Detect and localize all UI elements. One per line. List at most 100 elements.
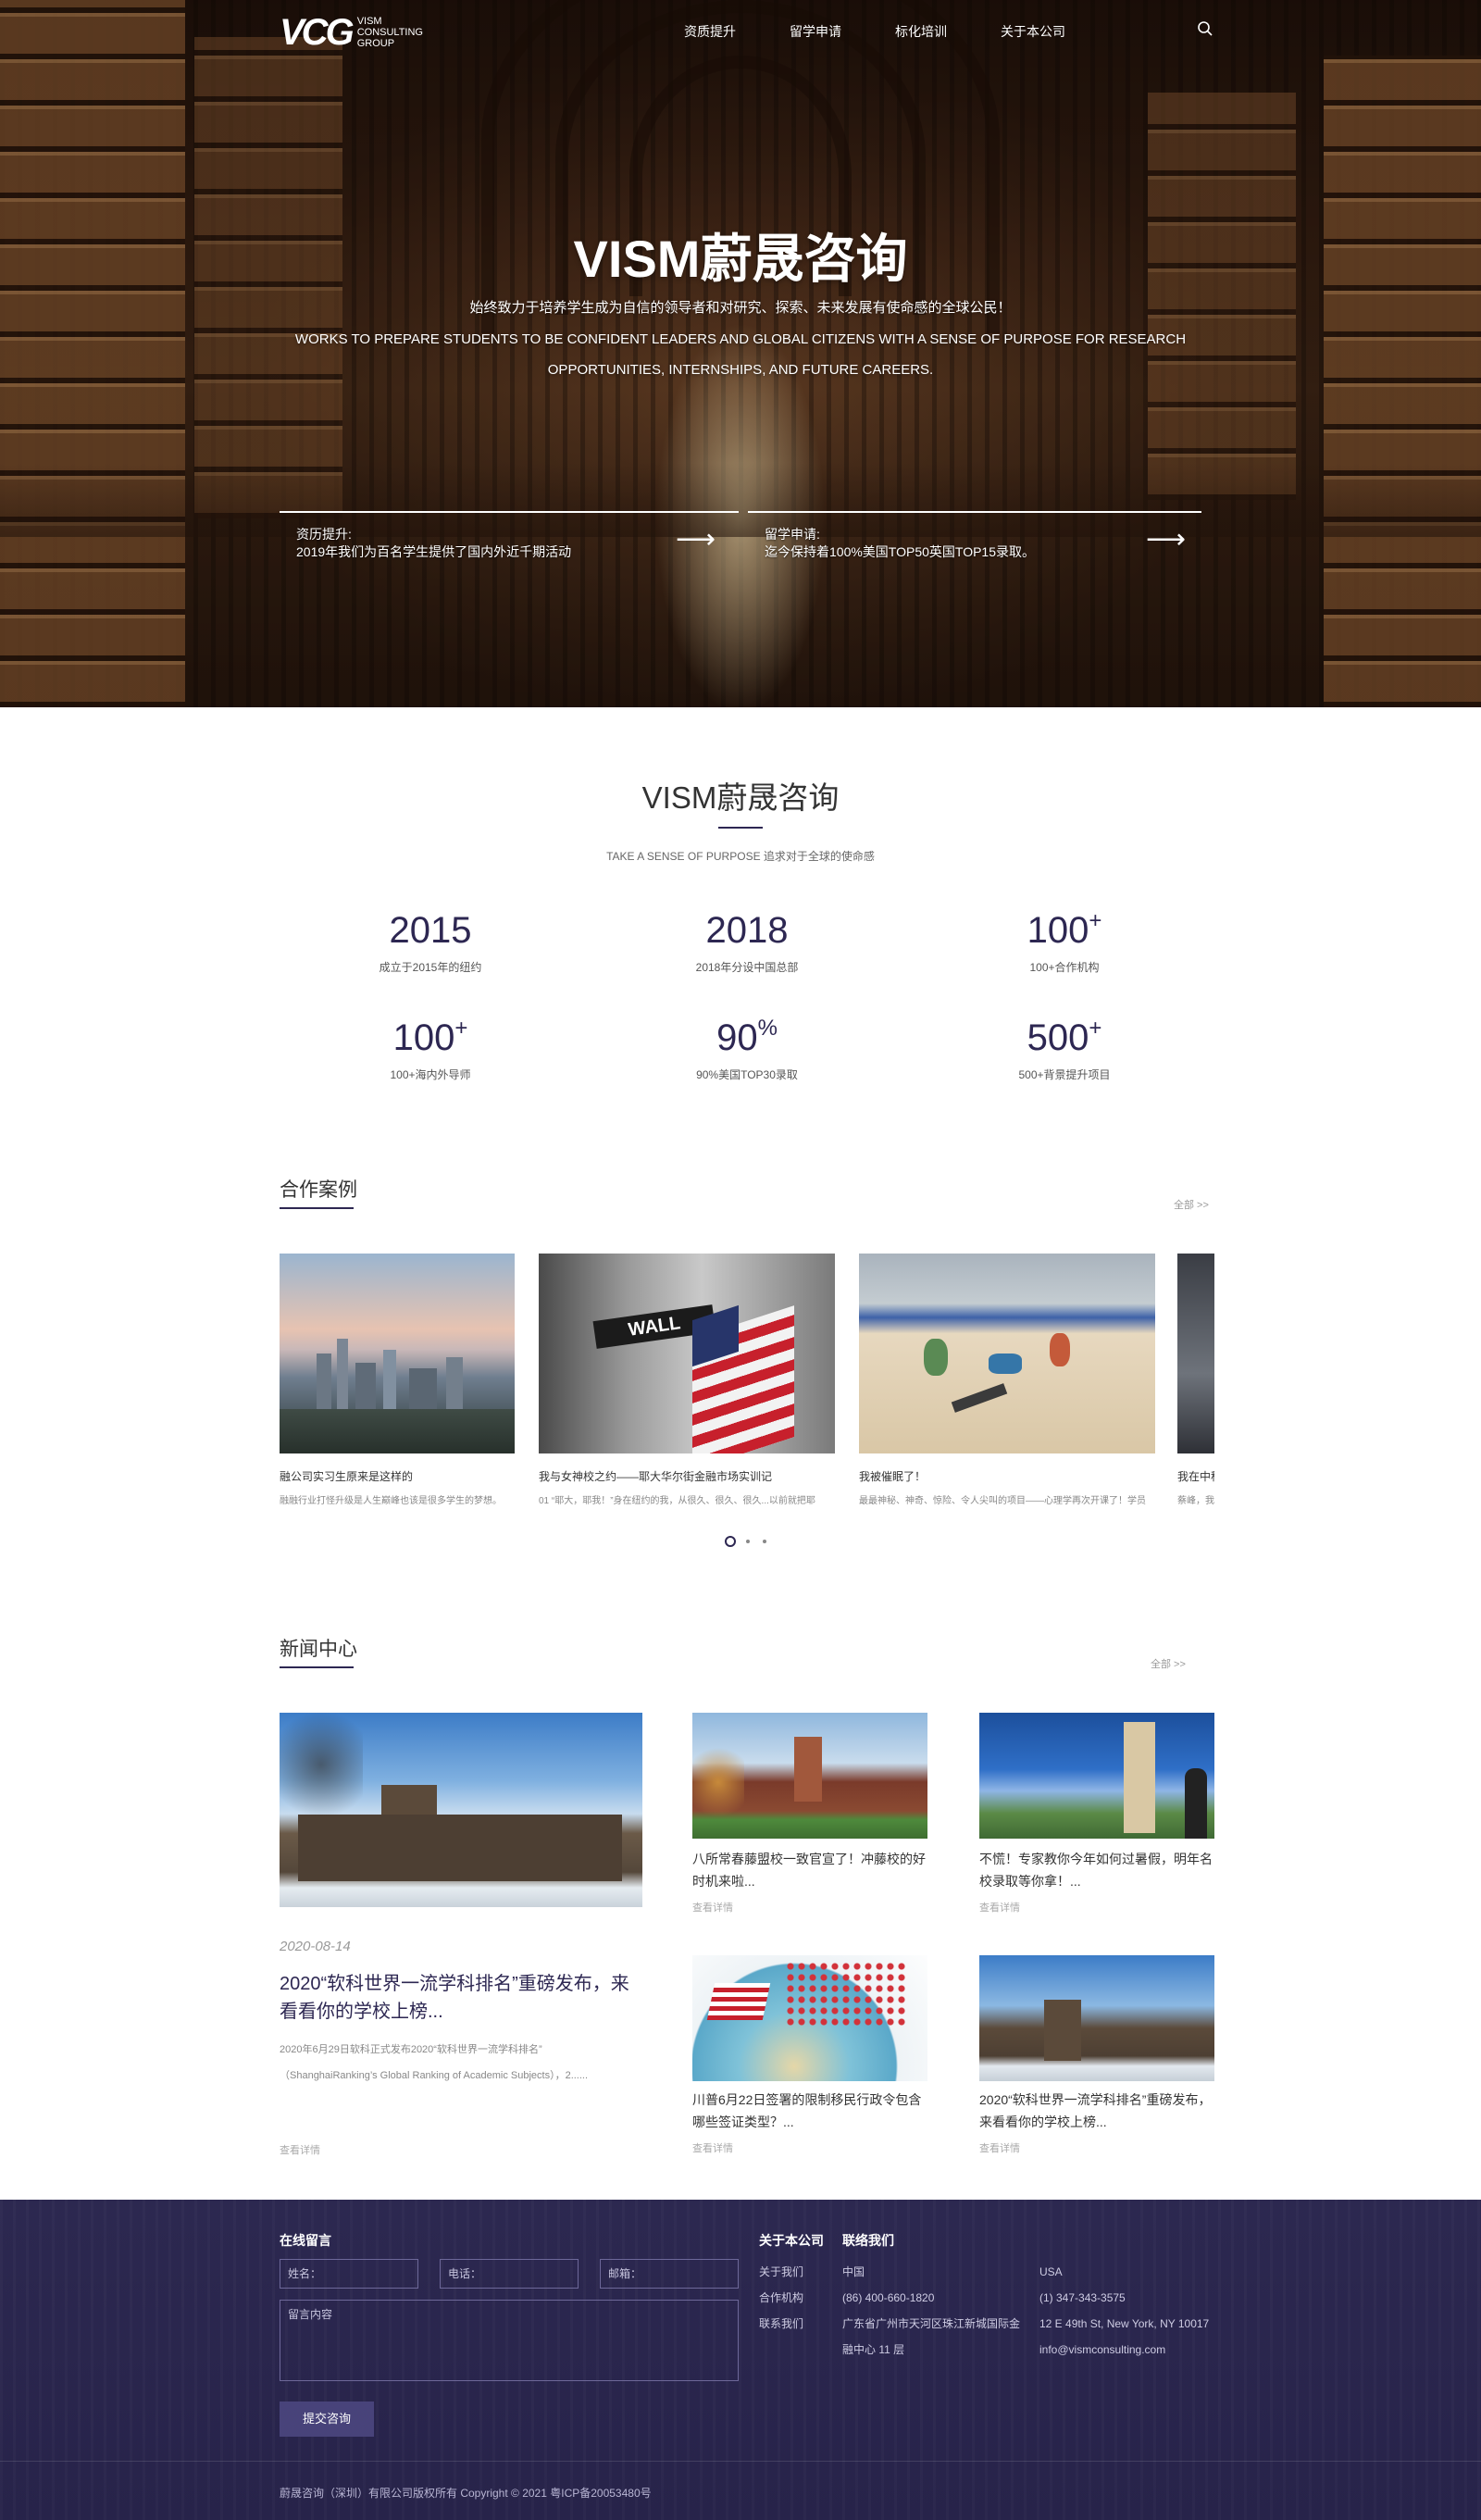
- intro-title: VISM蔚晟咨询: [641, 780, 840, 815]
- news-featured-image[interactable]: [280, 1713, 642, 1907]
- logo-mark: VCG: [280, 12, 355, 53]
- hero-link-study-abroad[interactable]: 留学申请: 迄今保持着100%美国TOP50英国TOP15录取。 ⟶: [748, 526, 1201, 563]
- cases-title: 合作案例: [280, 1179, 357, 1201]
- stat-suffix: +: [1089, 908, 1102, 933]
- message-form-title: 在线留言: [280, 2233, 331, 2248]
- nav-item-qualification[interactable]: 资质提升: [684, 22, 736, 41]
- hero-subtitle-cn: 始终致力于培养学生成为自信的领导者和对研究、探索、未来发展有使命感的全球公民！: [469, 300, 1012, 316]
- hero-link-divider-1: [280, 511, 739, 513]
- case-title[interactable]: 我在中科: [1177, 1468, 1214, 1485]
- news-image-ranking[interactable]: [979, 1955, 1214, 2081]
- hero-link-title: 资历提升:: [296, 527, 352, 542]
- news-featured-more-link[interactable]: 查看详情: [280, 2142, 320, 2157]
- hero-subtitle-en-1: WORKS TO PREPARE STUDENTS TO BE CONFIDEN…: [294, 331, 1187, 347]
- china-address-1: 广东省广州市天河区珠江新城国际金: [842, 2317, 1021, 2330]
- stat-number: 2015: [389, 910, 472, 951]
- news-item-more-link[interactable]: 查看详情: [692, 1900, 733, 1915]
- case-image-city[interactable]: [280, 1254, 515, 1453]
- stat-founded: 2015 成立于2015年的纽约: [292, 907, 569, 975]
- nav-item-test-prep[interactable]: 标化培训: [895, 22, 947, 41]
- news-featured-title[interactable]: 2020“软科世界一流学科排名”重磅发布，来看看你的学校上榜...: [280, 1970, 646, 2026]
- news-image-summer[interactable]: [979, 1713, 1214, 1839]
- usa-email[interactable]: info@vismconsulting.com: [1039, 2337, 1165, 2363]
- cases-more-link[interactable]: 全部 >>: [1174, 1197, 1209, 1212]
- news-item-title[interactable]: 2020“软科世界一流学科排名”重磅发布，来看看你的学校上榜...: [979, 2089, 1214, 2133]
- china-phone: (86) 400-660-1820: [842, 2291, 935, 2304]
- news-featured-date: 2020-08-14: [280, 1939, 351, 1954]
- nav-item-study-abroad[interactable]: 留学申请: [790, 22, 841, 41]
- case-desc: 融融行业打怪升级是人生巅峰也该是很多学生的梦想。: [280, 1496, 502, 1506]
- case-desc: 01 “耶大，耶我！”身在纽约的我，从很久、很久、很久...以前就把耶: [539, 1496, 815, 1506]
- case-title[interactable]: 我与女神校之约——耶大华尔街金融市场实训记: [539, 1468, 835, 1485]
- news-featured-desc-1: 2020年6月29日软科正式发布2020“软科世界一流学科排名”: [280, 2044, 542, 2055]
- usa-label: USA: [1039, 2265, 1063, 2278]
- contact-title: 联络我们: [842, 2233, 894, 2248]
- news-more-link[interactable]: 全部 >>: [1151, 1656, 1186, 1671]
- news-item-title[interactable]: 川普6月22日签署的限制移民行政令包含哪些签证类型？...: [692, 2089, 927, 2133]
- case-desc: 最最神秘、神奇、惊险、令人尖叫的项目——心理学再次开课了！学员: [859, 1496, 1146, 1506]
- stat-label: 100+海内外导师: [390, 1068, 471, 1081]
- about-title: 关于本公司: [759, 2233, 824, 2248]
- stat-admission: 90% 90%美国TOP30录取: [608, 1015, 886, 1082]
- hero-link-title: 留学申请:: [765, 527, 820, 542]
- logo[interactable]: VCG VISM CONSULTING GROUP: [280, 13, 455, 52]
- stat-label: 成立于2015年的纽约: [379, 961, 482, 974]
- intro-underline: [718, 827, 763, 829]
- case-desc: 蔡峰，我: [1177, 1496, 1214, 1506]
- news-title: 新闻中心: [280, 1639, 357, 1660]
- hero-link-qualification[interactable]: 资历提升: 2019年我们为百名学生提供了国内外近千期活动 ⟶: [280, 526, 739, 563]
- carousel-dot-active[interactable]: [725, 1536, 736, 1547]
- stat-label: 2018年分设中国总部: [695, 961, 799, 974]
- footer: [0, 2200, 1481, 2520]
- message-textarea[interactable]: 留言内容: [280, 2300, 739, 2381]
- name-field[interactable]: 姓名：: [280, 2259, 418, 2289]
- stat-mentors: 100+ 100+海内外导师: [292, 1015, 569, 1082]
- news-image-ivy[interactable]: [692, 1713, 927, 1839]
- case-title[interactable]: 我被催眠了！: [859, 1468, 1155, 1485]
- stat-suffix: +: [454, 1016, 468, 1041]
- case-image-partial[interactable]: [1177, 1254, 1214, 1453]
- carousel-dot[interactable]: [763, 1540, 766, 1543]
- news-image-immigration[interactable]: [692, 1955, 927, 2081]
- intro-subtitle: TAKE A SENSE OF PURPOSE 追求对于全球的使命感: [606, 850, 875, 863]
- case-image-sandplay[interactable]: [859, 1254, 1155, 1453]
- news-item-more-link[interactable]: 查看详情: [979, 2140, 1020, 2155]
- stat-suffix: %: [757, 1016, 778, 1041]
- stat-china-hq: 2018 2018年分设中国总部: [608, 907, 886, 975]
- stat-number: 90: [716, 1017, 758, 1058]
- news-item-title[interactable]: 八所常春藤盟校一致官宣了！冲藤校的好时机来啦...: [692, 1848, 927, 1892]
- arrow-right-icon: ⟶: [1146, 524, 1187, 555]
- phone-field[interactable]: 电话：: [440, 2259, 579, 2289]
- copyright: 蔚晟咨询（深圳）有限公司版权所有 Copyright © 2021 粤ICP备2…: [280, 2487, 652, 2500]
- china-address-2: 融中心 11 层: [842, 2343, 905, 2356]
- stat-number: 100: [392, 1017, 455, 1058]
- stat-number: 500: [1027, 1017, 1089, 1058]
- footer-divider: [0, 2461, 1481, 2462]
- stat-label: 100+合作机构: [1029, 961, 1100, 974]
- news-item-more-link[interactable]: 查看详情: [692, 2140, 733, 2155]
- hero-subtitle-en-2: OPPORTUNITIES, INTERNSHIPS, AND FUTURE C…: [547, 362, 934, 378]
- stat-suffix: +: [1089, 1016, 1102, 1041]
- hero-link-desc: 迄今保持着100%美国TOP50英国TOP15录取。: [765, 544, 1036, 559]
- footer-link-contact[interactable]: 联系我们: [759, 2311, 803, 2337]
- cases-underline: [280, 1207, 354, 1209]
- case-title[interactable]: 融公司实习生原来是这样的: [280, 1468, 515, 1485]
- hero-title: VISM蔚晟咨询: [573, 230, 908, 288]
- footer-link-partners[interactable]: 合作机构: [759, 2285, 803, 2311]
- usa-phone: (1) 347-343-3575: [1039, 2291, 1126, 2304]
- news-underline: [280, 1666, 354, 1668]
- stat-label: 500+背景提升项目: [1018, 1068, 1111, 1081]
- stat-projects: 500+ 500+背景提升项目: [926, 1015, 1203, 1082]
- news-item-title[interactable]: 不慌！专家教你今年如何过暑假，明年名校录取等你拿！...: [979, 1848, 1214, 1892]
- search-icon[interactable]: [1197, 20, 1213, 37]
- case-image-wall-street[interactable]: WALL: [539, 1254, 835, 1453]
- footer-link-about-us[interactable]: 关于我们: [759, 2259, 803, 2285]
- carousel-dot[interactable]: [746, 1540, 750, 1543]
- arrow-right-icon: ⟶: [676, 524, 716, 555]
- usa-address: 12 E 49th St, New York, NY 10017: [1039, 2317, 1210, 2330]
- nav-item-about[interactable]: 关于本公司: [1001, 22, 1065, 41]
- submit-button[interactable]: 提交咨询: [280, 2401, 374, 2437]
- email-field[interactable]: 邮箱：: [600, 2259, 739, 2289]
- hero-link-divider-2: [748, 511, 1201, 513]
- news-item-more-link[interactable]: 查看详情: [979, 1900, 1020, 1915]
